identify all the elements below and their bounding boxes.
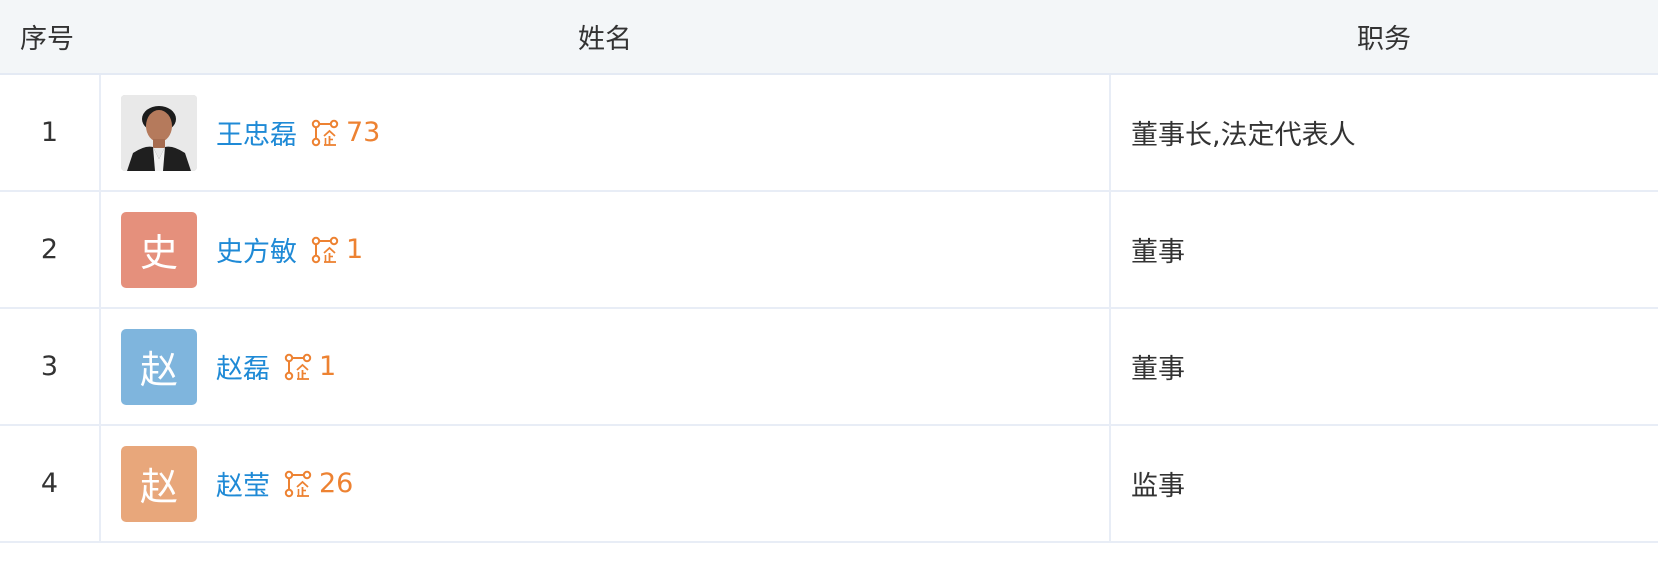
table-header-row: 序号 姓名 职务 bbox=[0, 0, 1658, 75]
relation-count-link[interactable]: 73 bbox=[311, 117, 380, 148]
relation-count-link[interactable]: 1 bbox=[311, 234, 363, 265]
enterprise-relation-icon bbox=[311, 236, 339, 263]
avatar-letter[interactable]: 赵 bbox=[121, 328, 197, 405]
name-cell: 王忠磊 73 bbox=[100, 74, 1111, 192]
header-position: 职务 bbox=[1110, 0, 1658, 75]
header-name: 姓名 bbox=[100, 0, 1110, 75]
table-row: 2 史 史方敏 1 董事 bbox=[0, 191, 1658, 309]
person-name-link[interactable]: 赵磊 bbox=[216, 347, 270, 386]
position-cell: 董事 bbox=[1110, 308, 1658, 426]
name-cell: 赵 赵莹 26 bbox=[100, 425, 1111, 543]
position-cell: 董事 bbox=[1110, 191, 1658, 309]
person-photo-icon bbox=[121, 94, 197, 171]
table-row: 1 王忠磊 73 董事长,法定代表人 bbox=[0, 74, 1658, 192]
position-cell: 董事长,法定代表人 bbox=[1110, 74, 1658, 192]
enterprise-relation-icon bbox=[311, 119, 339, 146]
row-index: 3 bbox=[0, 308, 101, 426]
header-index: 序号 bbox=[0, 0, 100, 75]
relation-count: 26 bbox=[319, 468, 354, 499]
relation-count: 1 bbox=[319, 351, 337, 382]
row-index: 2 bbox=[0, 191, 101, 309]
table-row: 4 赵 赵莹 26 监事 bbox=[0, 425, 1658, 543]
person-name-link[interactable]: 王忠磊 bbox=[216, 113, 297, 152]
people-table: 序号 姓名 职务 1 王忠磊 73 董事长,法定代表人 2 史 史方敏 1 董事… bbox=[0, 0, 1658, 543]
name-cell: 赵 赵磊 1 bbox=[100, 308, 1111, 426]
row-index: 4 bbox=[0, 425, 101, 543]
table-row: 3 赵 赵磊 1 董事 bbox=[0, 308, 1658, 426]
relation-count: 1 bbox=[346, 234, 364, 265]
row-index: 1 bbox=[0, 74, 101, 192]
person-name-link[interactable]: 史方敏 bbox=[216, 230, 297, 269]
avatar-letter[interactable]: 史 bbox=[121, 211, 197, 288]
relation-count-link[interactable]: 26 bbox=[284, 468, 353, 499]
avatar-letter[interactable]: 赵 bbox=[121, 445, 197, 522]
name-cell: 史 史方敏 1 bbox=[100, 191, 1111, 309]
enterprise-relation-icon bbox=[284, 470, 312, 497]
position-cell: 监事 bbox=[1110, 425, 1658, 543]
relation-count: 73 bbox=[346, 117, 381, 148]
enterprise-relation-icon bbox=[284, 353, 312, 380]
relation-count-link[interactable]: 1 bbox=[284, 351, 336, 382]
person-name-link[interactable]: 赵莹 bbox=[216, 464, 270, 503]
avatar-photo[interactable] bbox=[121, 94, 197, 171]
